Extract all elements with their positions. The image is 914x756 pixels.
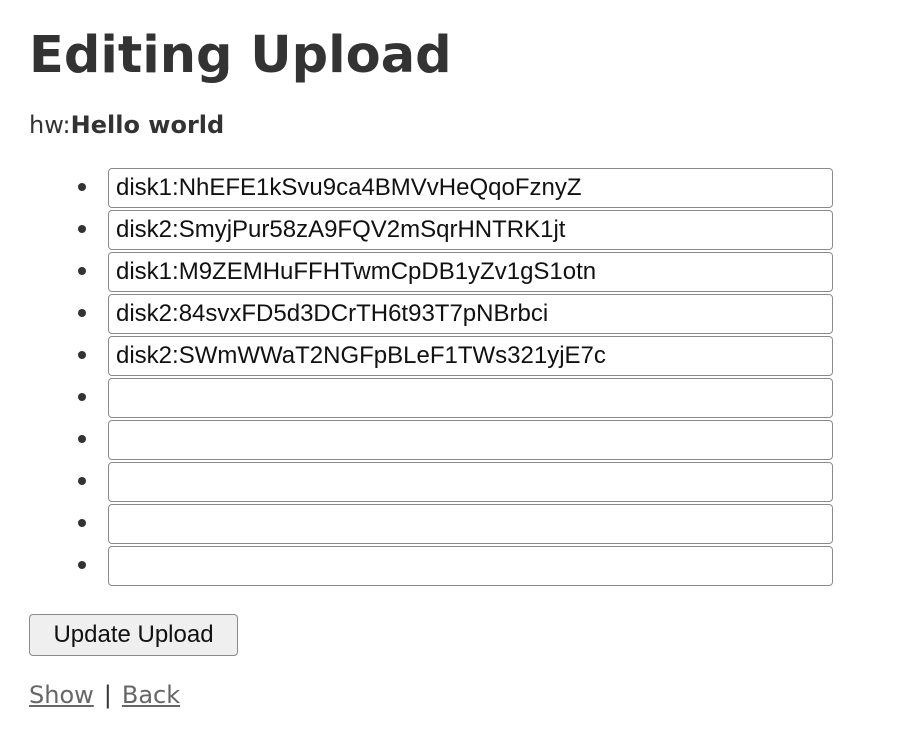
bullet-icon	[78, 225, 86, 233]
link-separator: |	[103, 681, 112, 709]
bullet-icon	[78, 393, 86, 401]
bullet-icon	[78, 435, 86, 443]
back-link[interactable]: Back	[122, 681, 180, 709]
disk-field-8[interactable]	[108, 462, 833, 502]
bullet-icon	[78, 267, 86, 275]
meta-value: Hello world	[70, 111, 225, 139]
bullet-icon	[78, 183, 86, 191]
disk-field-4[interactable]	[108, 294, 833, 334]
bullet-icon	[78, 561, 86, 569]
update-upload-button[interactable]: Update Upload	[29, 614, 238, 656]
disk-field-7[interactable]	[108, 420, 833, 460]
bullet-icon	[78, 309, 86, 317]
upload-meta: hw:Hello world	[29, 110, 224, 140]
disk-field-6[interactable]	[108, 378, 833, 418]
bullet-icon	[78, 351, 86, 359]
footer-links: Show | Back	[29, 679, 180, 711]
disk-field-10[interactable]	[108, 546, 833, 586]
bullet-icon	[78, 519, 86, 527]
bullet-icon	[78, 477, 86, 485]
page-title: Editing Upload	[29, 26, 452, 85]
disk-field-5[interactable]	[108, 336, 833, 376]
disk-field-3[interactable]	[108, 252, 833, 292]
disk-field-2[interactable]	[108, 210, 833, 250]
disk-field-1[interactable]	[108, 168, 833, 208]
disk-field-9[interactable]	[108, 504, 833, 544]
show-link[interactable]: Show	[29, 681, 94, 709]
meta-label: hw:	[29, 111, 71, 139]
